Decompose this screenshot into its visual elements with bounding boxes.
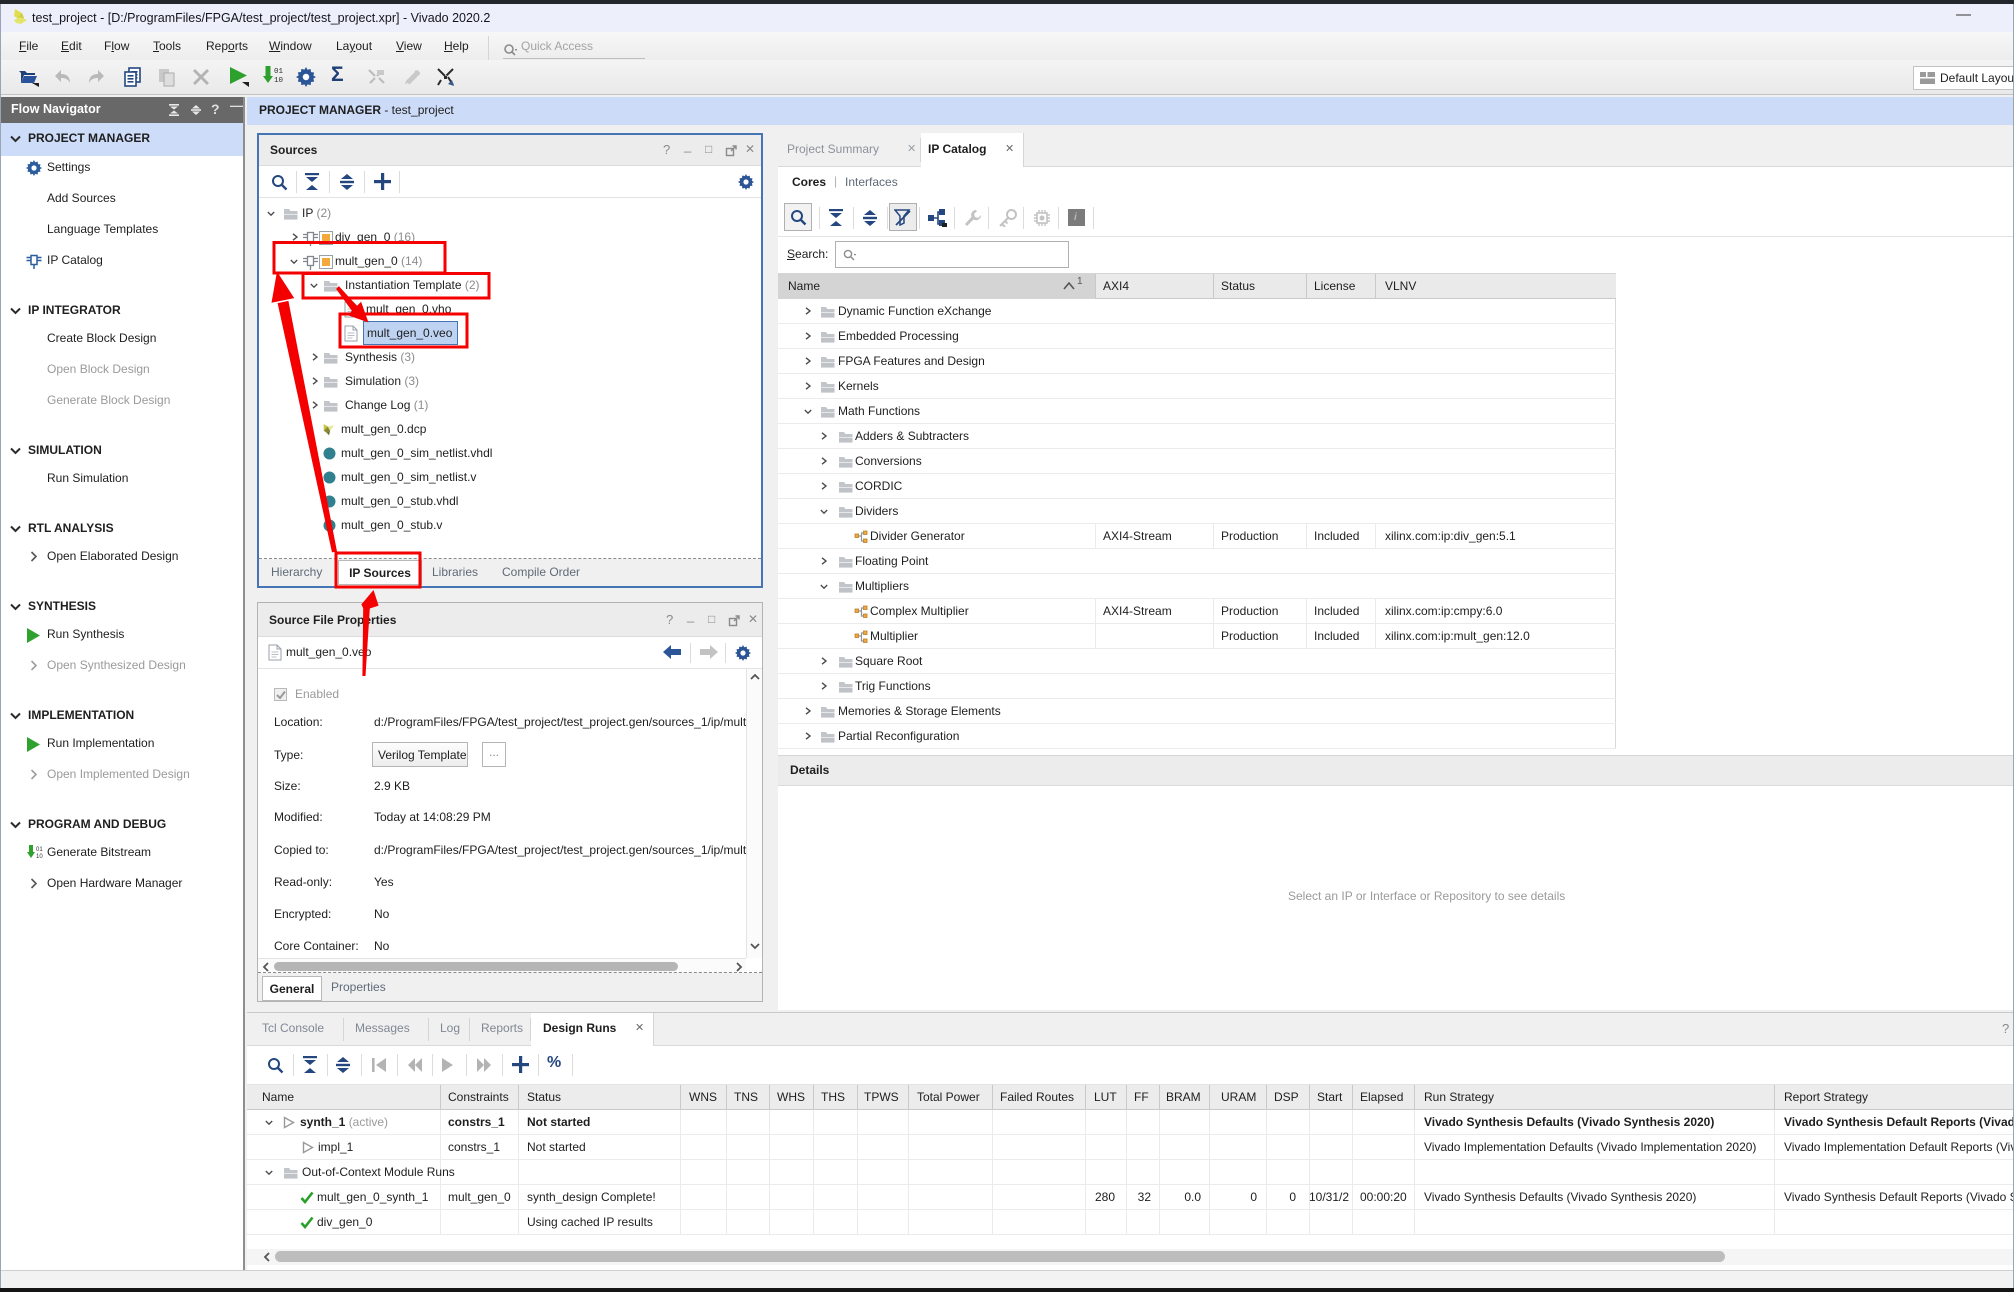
svg-text:10: 10 — [274, 77, 283, 85]
svg-text:01: 01 — [274, 68, 283, 76]
svg-text:10: 10 — [36, 854, 43, 860]
svg-text:01: 01 — [36, 847, 43, 853]
